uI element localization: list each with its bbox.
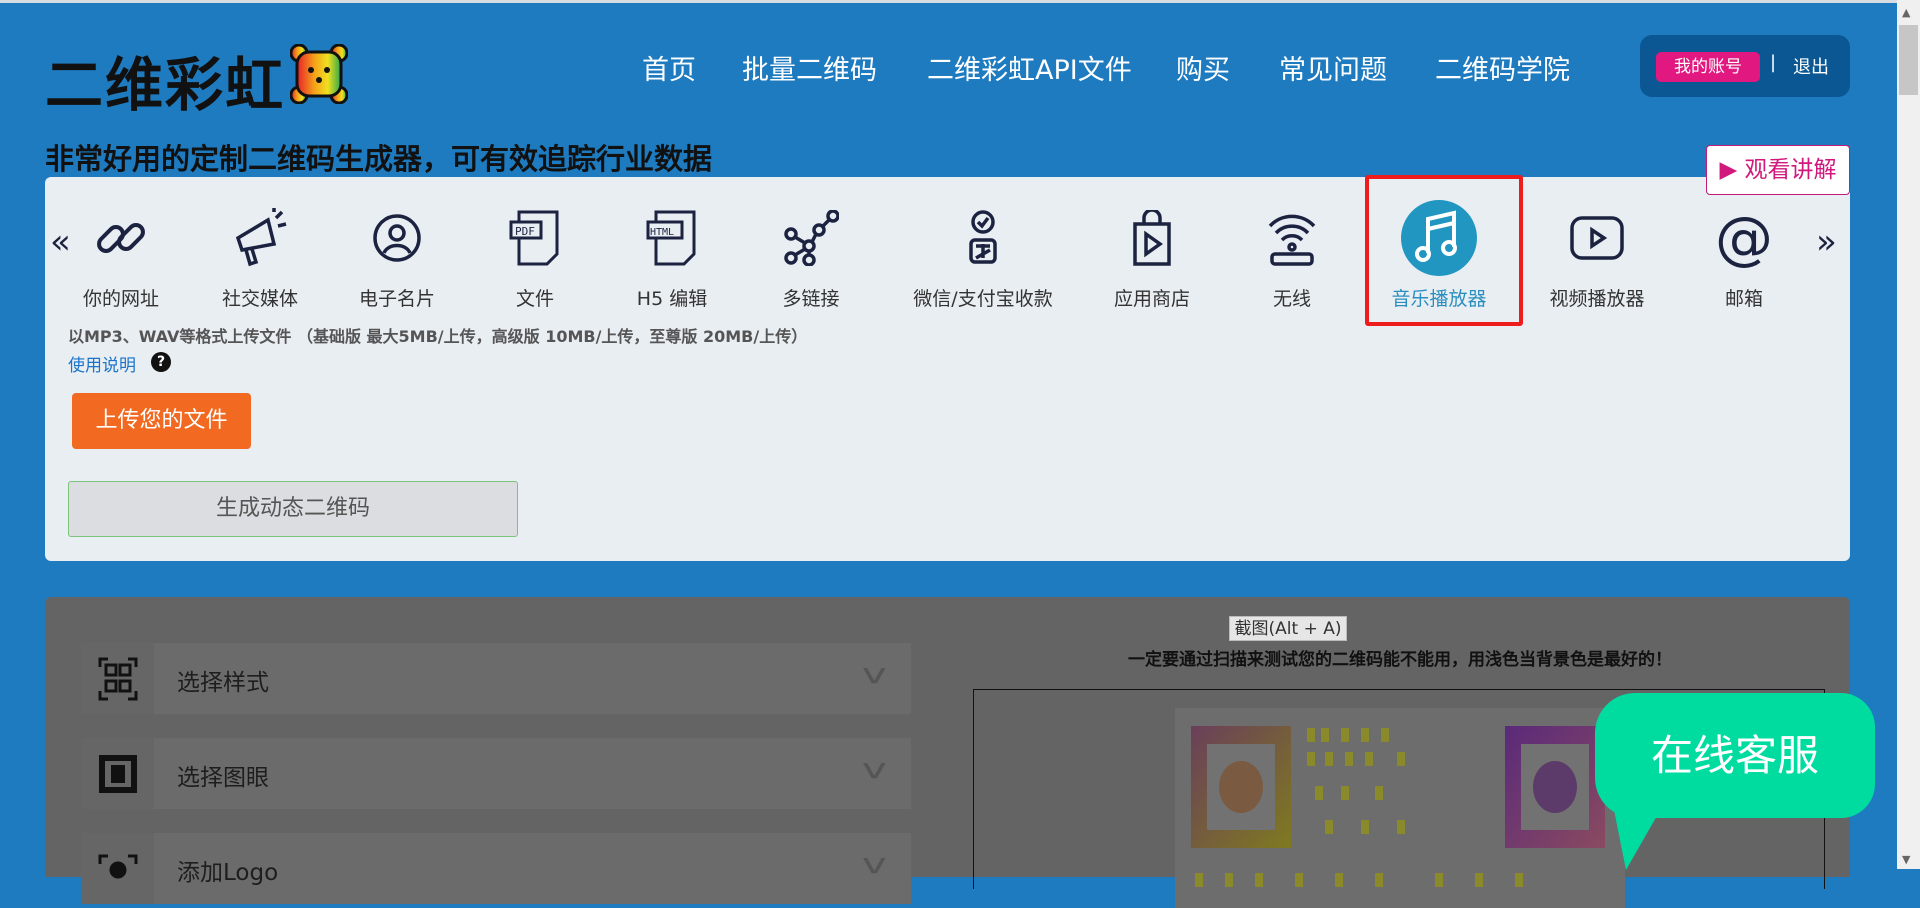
tool-multilink[interactable]: 多链接 <box>736 200 886 311</box>
tool-payment[interactable]: 微信/支付宝收款 <box>908 200 1058 311</box>
nav-api-docs[interactable]: 二维彩虹API文件 <box>927 48 1132 87</box>
nav-buy[interactable]: 购买 <box>1176 48 1230 87</box>
nav-faq[interactable]: 常见问题 <box>1279 48 1387 87</box>
tool-video-player[interactable]: 视频播放器 <box>1522 200 1672 311</box>
page-subtitle: 非常好用的定制二维码生成器，可有效追踪行业数据 <box>45 142 713 176</box>
nav-home[interactable]: 首页 <box>642 48 696 87</box>
scroll-right-chevron-icon[interactable]: » <box>1816 222 1837 262</box>
chevron-down-icon: v <box>862 752 888 785</box>
instructions-link[interactable]: 使用说明 <box>68 351 136 376</box>
payment-icon <box>908 200 1058 276</box>
site-logo[interactable]: 二维彩虹 <box>45 38 285 122</box>
upload-info-text: 以MP3、WAV等格式上传文件 （基础版 最大5MB/上传，高级版 10MB/上… <box>68 327 808 346</box>
qr-eye-icon <box>81 738 154 809</box>
tool-wifi[interactable]: 无线 <box>1217 200 1367 311</box>
network-icon <box>736 200 886 276</box>
tool-url[interactable]: 你的网址 <box>46 200 196 311</box>
svg-text:PDF: PDF <box>515 225 535 238</box>
option-select-style[interactable]: 选择样式 v <box>81 643 911 714</box>
tool-email[interactable]: @ 邮箱 <box>1669 200 1819 311</box>
help-question-icon[interactable]: ? <box>151 352 171 372</box>
scan-test-hint: 一定要通过扫描来测试您的二维码能不能用，用浅色当背景色是最好的！ <box>1128 650 1672 670</box>
app-store-bag-icon <box>1077 200 1227 276</box>
video-play-icon <box>1522 200 1672 276</box>
link-icon <box>46 200 196 276</box>
page-scrollbar[interactable] <box>1897 0 1920 869</box>
qr-style-icon <box>81 643 154 714</box>
scroll-up-arrow-icon[interactable]: ▲ <box>1902 6 1910 19</box>
screenshot-tooltip: 截图(Alt + A) <box>1229 616 1347 641</box>
tool-label: 多链接 <box>782 288 840 310</box>
nav-batch-qr[interactable]: 批量二维码 <box>742 48 877 87</box>
tool-app-store[interactable]: 应用商店 <box>1077 200 1227 311</box>
my-account-button[interactable]: 我的账号 <box>1656 52 1760 82</box>
tool-label: 社交媒体 <box>221 288 298 310</box>
at-sign-icon: @ <box>1715 204 1773 272</box>
tool-label: 邮箱 <box>1724 288 1763 310</box>
logout-link[interactable]: 退出 <box>1793 53 1829 79</box>
watch-tutorial-button[interactable]: ▶ 观看讲解 <box>1706 145 1850 195</box>
html-file-icon: HTML <box>597 200 747 276</box>
tool-label: 文件 <box>515 288 554 310</box>
tool-vcard[interactable]: 电子名片 <box>322 200 472 311</box>
option-select-eye[interactable]: 选择图眼 v <box>81 738 911 809</box>
chevron-down-icon: v <box>862 657 888 690</box>
user-circle-icon <box>322 200 472 276</box>
chevron-down-icon: v <box>862 847 888 880</box>
tool-file[interactable]: PDF 文件 <box>460 200 610 311</box>
online-support-button[interactable]: 在线客服 <box>1595 693 1875 818</box>
tool-label: 无线 <box>1272 288 1311 310</box>
option-label: 添加Logo <box>177 860 279 886</box>
account-box: 我的账号 | 退出 <box>1640 35 1850 97</box>
generate-dynamic-qr-button[interactable]: 生成动态二维码 <box>68 481 518 537</box>
window-top-border <box>0 0 1920 3</box>
upload-file-button[interactable]: 上传您的文件 <box>72 393 251 449</box>
pdf-file-icon: PDF <box>460 200 610 276</box>
tool-label: H5 编辑 <box>636 288 708 310</box>
svg-text:HTML: HTML <box>650 227 674 238</box>
megaphone-icon <box>185 200 335 276</box>
qr-code-preview <box>1175 708 1625 908</box>
selection-highlight-box <box>1365 175 1523 326</box>
tool-h5[interactable]: HTML H5 编辑 <box>597 200 747 311</box>
option-label: 选择图眼 <box>177 765 269 791</box>
tool-label: 微信/支付宝收款 <box>913 288 1053 310</box>
scroll-down-arrow-icon[interactable]: ▼ <box>1902 853 1910 866</box>
nav-academy[interactable]: 二维码学院 <box>1435 48 1570 87</box>
tool-social[interactable]: 社交媒体 <box>185 200 335 311</box>
tool-label: 电子名片 <box>358 288 435 310</box>
separator: | <box>1770 52 1777 73</box>
wifi-router-icon <box>1217 200 1367 276</box>
option-label: 选择样式 <box>177 670 269 696</box>
tool-label: 你的网址 <box>82 288 159 310</box>
tool-label: 视频播放器 <box>1549 288 1645 310</box>
tool-label: 应用商店 <box>1113 288 1190 310</box>
scrollbar-thumb[interactable] <box>1899 25 1918 95</box>
rainbow-bear-logo-icon <box>290 44 348 104</box>
